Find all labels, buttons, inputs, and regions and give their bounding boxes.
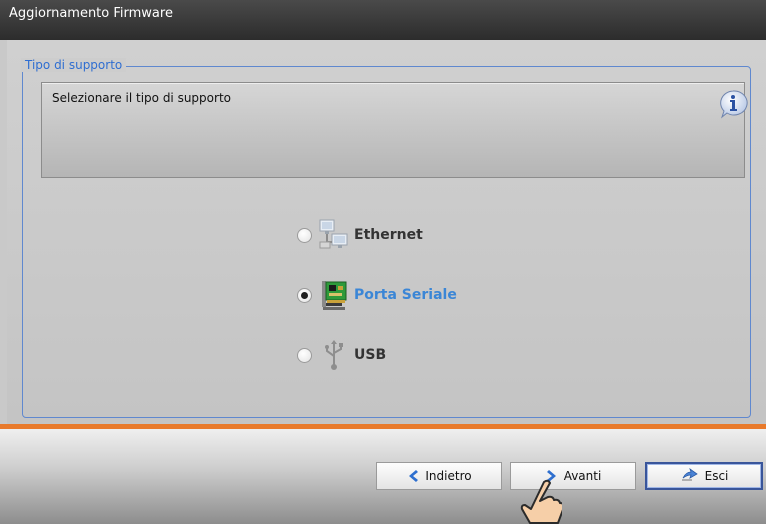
info-text: Selezionare il tipo di supporto	[52, 91, 231, 105]
radio-usb[interactable]	[297, 347, 312, 363]
option-serial-port[interactable]: Porta Seriale	[297, 278, 457, 312]
usb-icon	[325, 340, 343, 370]
exit-button-label: Esci	[704, 469, 729, 483]
window-title: Aggiornamento Firmware	[9, 6, 173, 21]
next-button-label: Avanti	[563, 469, 602, 483]
exit-button[interactable]: Esci	[645, 462, 763, 490]
option-ethernet[interactable]: Ethernet	[297, 218, 423, 252]
info-icon	[720, 90, 748, 119]
option-ethernet-label: Ethernet	[354, 227, 423, 243]
arrow-left-icon	[409, 470, 419, 482]
title-bar: Aggiornamento Firmware	[0, 0, 766, 40]
content-area: Tipo di supporto Selezionare il tipo di …	[7, 40, 766, 424]
radio-ethernet[interactable]	[297, 227, 312, 243]
radio-serial-port[interactable]	[297, 287, 312, 303]
option-usb-label: USB	[354, 347, 387, 363]
exit-icon	[681, 468, 698, 481]
back-button[interactable]: Indietro	[376, 462, 502, 490]
option-usb[interactable]: USB	[297, 338, 386, 372]
serial-port-card-icon	[322, 281, 347, 310]
option-serial-port-label: Porta Seriale	[354, 287, 457, 303]
back-button-label: Indietro	[425, 469, 472, 483]
firmware-update-window: Aggiornamento Firmware Tipo di supporto …	[0, 0, 766, 524]
hand-cursor-icon	[520, 479, 562, 524]
ethernet-network-icon	[319, 219, 348, 249]
groupbox-legend: Tipo di supporto	[21, 58, 127, 72]
info-panel: Selezionare il tipo di supporto	[41, 82, 748, 178]
